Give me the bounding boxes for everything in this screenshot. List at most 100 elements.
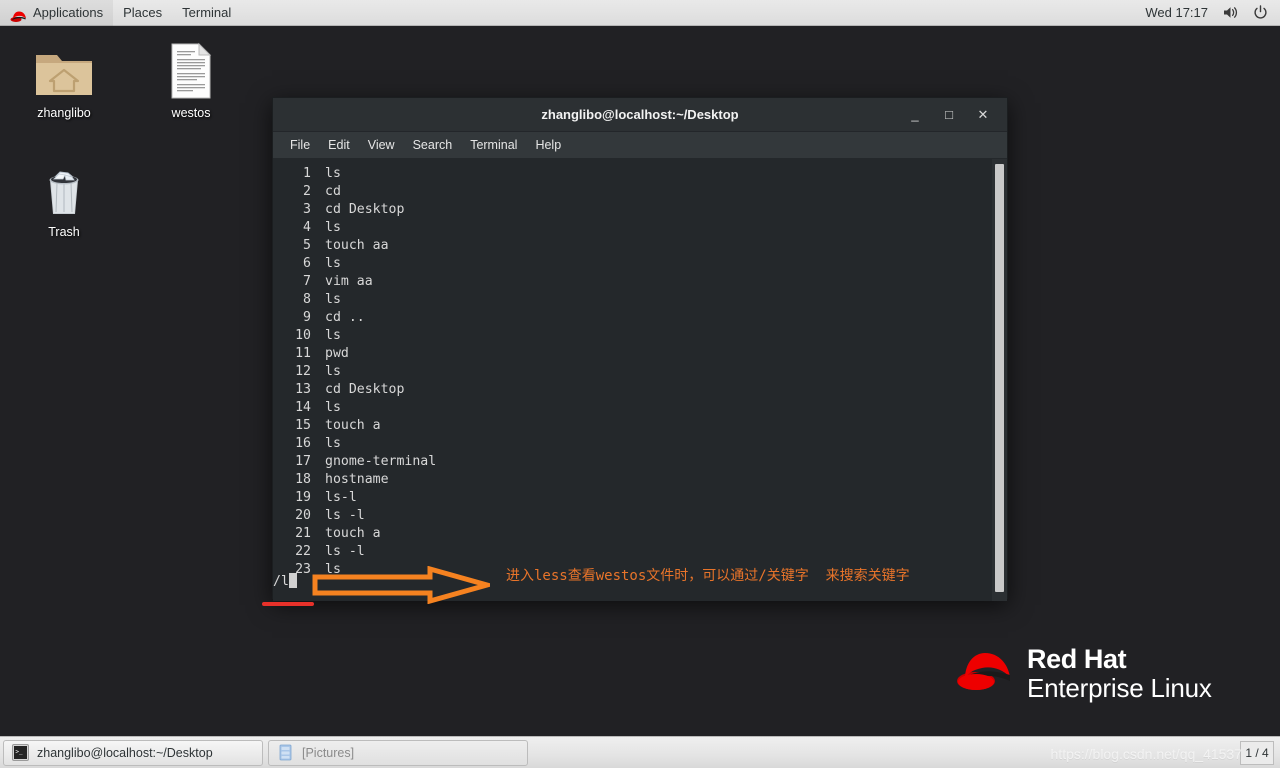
workspace-switcher[interactable]: 1 / 4 <box>1240 740 1274 765</box>
history-index: 15 <box>295 418 311 433</box>
menu-search[interactable]: Search <box>404 136 462 154</box>
history-command: ls <box>325 256 341 271</box>
menu-help[interactable]: Help <box>526 136 570 154</box>
history-line: 21 touch a <box>281 525 985 543</box>
prompt-text: /l <box>273 574 289 589</box>
clock[interactable]: Wed 17:17 <box>1145 5 1208 20</box>
brand-line-2: Enterprise Linux <box>1027 673 1212 704</box>
history-line: 6 ls <box>281 255 985 273</box>
history-command: ls <box>325 292 341 307</box>
history-command: ls -l <box>325 544 365 559</box>
window-titlebar[interactable]: zhanglibo@localhost:~/Desktop _ □ ✕ <box>273 98 1007 132</box>
history-index: 13 <box>295 382 311 397</box>
history-command: pwd <box>325 346 349 361</box>
top-panel: Applications Places Terminal Wed 17:17 <box>0 0 1280 26</box>
history-index: 16 <box>295 436 311 451</box>
desktop-icon-label: Trash <box>48 225 80 239</box>
history-command: hostname <box>325 472 389 487</box>
desktop-icon-trash[interactable]: Trash <box>16 155 112 239</box>
power-icon[interactable] <box>1253 5 1268 20</box>
history-line: 4 ls <box>281 219 985 237</box>
history-index: 20 <box>295 508 311 523</box>
desktop-icon-westos[interactable]: westos <box>143 36 239 120</box>
history-command: ls <box>325 436 341 451</box>
history-index: 21 <box>295 526 311 541</box>
menu-terminal[interactable]: Terminal <box>461 136 526 154</box>
history-command: ls -l <box>325 508 365 523</box>
history-line: 10 ls <box>281 327 985 345</box>
desktop-icon-zhanglibo[interactable]: zhanglibo <box>16 36 112 120</box>
history-index: 12 <box>295 364 311 379</box>
history-line: 11 pwd <box>281 345 985 363</box>
history-command: touch a <box>325 526 381 541</box>
history-line: 16 ls <box>281 435 985 453</box>
history-index: 19 <box>295 490 311 505</box>
trash-can-icon <box>16 155 112 219</box>
taskbar-item-label: zhanglibo@localhost:~/Desktop <box>37 745 213 760</box>
history-index: 22 <box>295 544 311 559</box>
history-line: 17 gnome-terminal <box>281 453 985 471</box>
history-index: 7 <box>303 274 311 289</box>
history-line: 2 cd <box>281 183 985 201</box>
minimize-icon[interactable]: _ <box>907 107 923 123</box>
history-line: 1 ls <box>281 165 985 183</box>
history-index: 9 <box>303 310 311 325</box>
history-line: 14 ls <box>281 399 985 417</box>
volume-icon[interactable] <box>1222 5 1239 20</box>
history-line: 18 hostname <box>281 471 985 489</box>
history-command: cd .. <box>325 310 365 325</box>
taskbar-item-terminal[interactable]: >_ zhanglibo@localhost:~/Desktop <box>3 739 263 766</box>
window-title: zhanglibo@localhost:~/Desktop <box>541 107 739 122</box>
applications-menu-label: Applications <box>33 4 104 20</box>
history-line: 9 cd .. <box>281 309 985 327</box>
history-index: 4 <box>303 220 311 235</box>
history-command: vim aa <box>325 274 373 289</box>
desktop-icon-label: westos <box>171 106 211 120</box>
history-index: 11 <box>295 346 311 361</box>
history-command: ls <box>325 166 341 181</box>
taskbar-item-pictures[interactable]: [Pictures] <box>268 739 528 766</box>
terminal-window[interactable]: zhanglibo@localhost:~/Desktop _ □ ✕ File… <box>272 97 1008 601</box>
terminal-scrollbar[interactable] <box>992 159 1007 601</box>
scrollbar-thumb[interactable] <box>995 164 1004 592</box>
history-line: 3 cd Desktop <box>281 201 985 219</box>
history-command: ls <box>325 400 341 415</box>
redhat-enterprise-linux-brand: Red Hat Enterprise Linux <box>955 644 1212 704</box>
terminal-menu-label: Terminal <box>182 4 232 20</box>
close-icon[interactable]: ✕ <box>975 107 991 123</box>
history-command: touch aa <box>325 238 389 253</box>
history-command: ls <box>325 328 341 343</box>
top-panel-status-area: Wed 17:17 <box>1145 5 1280 20</box>
history-index: 2 <box>303 184 311 199</box>
file-manager-icon <box>277 744 294 761</box>
terminal-menubar: File Edit View Search Terminal Help <box>273 132 1007 159</box>
history-command: cd Desktop <box>325 382 405 397</box>
window-controls: _ □ ✕ <box>907 107 1007 123</box>
places-menu[interactable]: Places <box>113 0 172 26</box>
maximize-icon[interactable]: □ <box>941 107 957 123</box>
history-index: 14 <box>295 400 311 415</box>
history-index: 5 <box>303 238 311 253</box>
menu-view[interactable]: View <box>359 136 404 154</box>
history-command: ls <box>325 220 341 235</box>
terminal-menu[interactable]: Terminal <box>172 0 241 26</box>
less-search-prompt[interactable]: /l <box>273 573 297 591</box>
history-index: 10 <box>295 328 311 343</box>
command-history-list: 1 ls 2 cd 3 cd Desktop 4 ls 5 touch aa 6 ls 7 vim aa 8… <box>281 165 985 579</box>
menu-edit[interactable]: Edit <box>319 136 359 154</box>
text-cursor <box>288 573 297 588</box>
menu-file[interactable]: File <box>281 136 319 154</box>
terminal-output-area[interactable]: 1 ls 2 cd 3 cd Desktop 4 ls 5 touch aa 6 ls 7 vim aa 8… <box>273 159 1007 601</box>
history-command: ls-l <box>325 490 357 505</box>
places-menu-label: Places <box>123 4 163 20</box>
redhat-fedora-logo-icon <box>955 648 1013 699</box>
bottom-panel: >_ zhanglibo@localhost:~/Desktop [Pictur… <box>0 736 1280 768</box>
redhat-logo-icon <box>10 6 27 22</box>
history-line: 5 touch aa <box>281 237 985 255</box>
history-line: 13 cd Desktop <box>281 381 985 399</box>
history-command: gnome-terminal <box>325 454 437 469</box>
applications-menu[interactable]: Applications <box>0 0 114 26</box>
brand-text: Red Hat Enterprise Linux <box>1027 644 1212 704</box>
history-index: 3 <box>303 202 311 217</box>
bottom-panel-right: https://blog.csdn.net/qq_41537 1 / 4 <box>1051 740 1280 765</box>
